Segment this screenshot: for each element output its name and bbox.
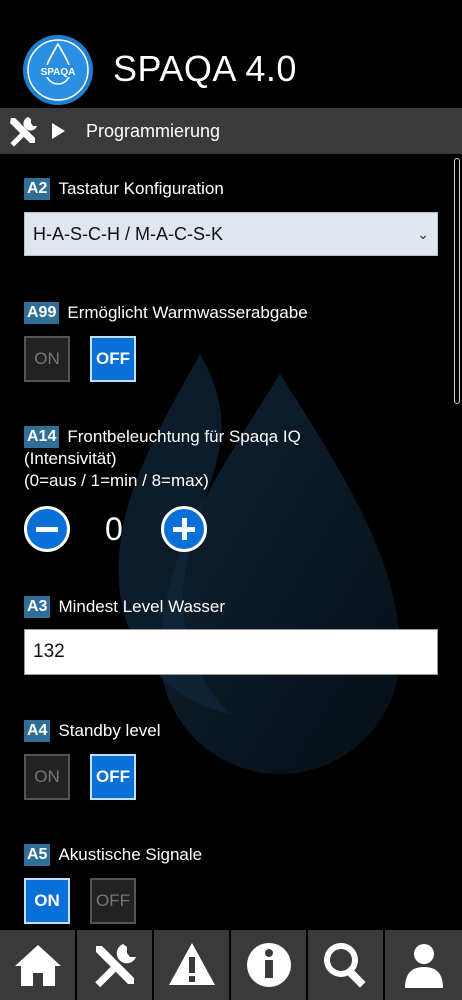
min-water-level-input[interactable]: 132 [24, 629, 438, 675]
setting-title: Frontbeleuchtung für Spaqa IQ [67, 427, 301, 446]
increase-button[interactable] [161, 506, 207, 552]
setting-a4: A4 Standby level ON OFF [24, 720, 438, 800]
intensity-value: 0 [105, 511, 123, 547]
logo-text: SPAQA [41, 67, 76, 78]
minus-icon [36, 527, 58, 532]
setting-a99: A99 Ermöglicht Warmwasserabgabe ON OFF [24, 302, 438, 382]
select-value: H-A-S-C-H / M-A-C-S-K [33, 224, 223, 244]
plus-icon [182, 518, 187, 540]
setting-a14: A14 Frontbeleuchtung für Spaqa IQ (Intens… [24, 426, 438, 556]
spaqa-logo: SPAQA [23, 35, 93, 105]
nav-tools[interactable] [77, 930, 154, 1000]
a5-off-button[interactable]: OFF [90, 878, 136, 924]
setting-title: Standby level [58, 721, 161, 740]
breadcrumb: Programmierung [0, 108, 462, 154]
keyboard-config-select[interactable]: H-A-S-C-H / M-A-C-S-K ⌄ [24, 212, 438, 256]
nav-search[interactable] [308, 930, 385, 1000]
bottom-nav [0, 930, 462, 1000]
a4-off-button[interactable]: OFF [90, 754, 136, 800]
a4-on-button[interactable]: ON [24, 754, 70, 800]
nav-home[interactable] [0, 930, 77, 1000]
a5-on-button[interactable]: ON [24, 878, 70, 924]
nav-warnings[interactable] [154, 930, 231, 1000]
setting-title: Mindest Level Wasser [58, 597, 226, 616]
a99-off-button[interactable]: OFF [90, 336, 136, 382]
a99-on-button[interactable]: ON [24, 336, 70, 382]
nav-info[interactable] [231, 930, 308, 1000]
setting-description: (0=aus / 1=min / 8=max) [24, 471, 209, 490]
chevron-down-icon: ⌄ [417, 226, 429, 242]
tools-icon[interactable] [6, 114, 40, 148]
user-icon [404, 944, 443, 988]
setting-title: Ermöglicht Warmwasserabgabe [67, 303, 308, 322]
search-icon [323, 943, 366, 988]
warning-icon [168, 943, 215, 985]
scrollbar[interactable] [454, 158, 460, 404]
decrease-button[interactable] [24, 506, 70, 552]
setting-code-badge: A4 [24, 720, 51, 742]
info-icon [246, 943, 291, 987]
setting-code-badge: A5 [24, 844, 51, 866]
setting-code-badge: A3 [24, 596, 51, 618]
app-title: SPAQA 4.0 [113, 48, 297, 89]
tools-icon [94, 944, 136, 988]
setting-a2: A2 Tastatur Konfiguration H-A-S-C-H / M-A… [24, 178, 438, 258]
breadcrumb-label[interactable]: Programmierung [86, 121, 220, 142]
app-header: SPAQA SPAQA 4.0 [0, 0, 462, 108]
setting-a3: A3 Mindest Level Wasser 132 [24, 596, 438, 676]
setting-code-badge: A99 [24, 302, 60, 324]
setting-a5: A5 Akustische Signale ON OFF [24, 844, 438, 924]
setting-description: (Intensivität) [24, 449, 117, 468]
home-icon [14, 945, 61, 986]
settings-panel[interactable]: A2 Tastatur Konfiguration H-A-S-C-H / M-A… [0, 154, 462, 930]
breadcrumb-arrow-icon [52, 123, 65, 139]
setting-title: Tastatur Konfiguration [58, 179, 224, 198]
setting-code-badge: A14 [24, 426, 60, 448]
setting-title: Akustische Signale [58, 845, 203, 864]
nav-user[interactable] [385, 930, 462, 1000]
setting-code-badge: A2 [24, 178, 51, 200]
